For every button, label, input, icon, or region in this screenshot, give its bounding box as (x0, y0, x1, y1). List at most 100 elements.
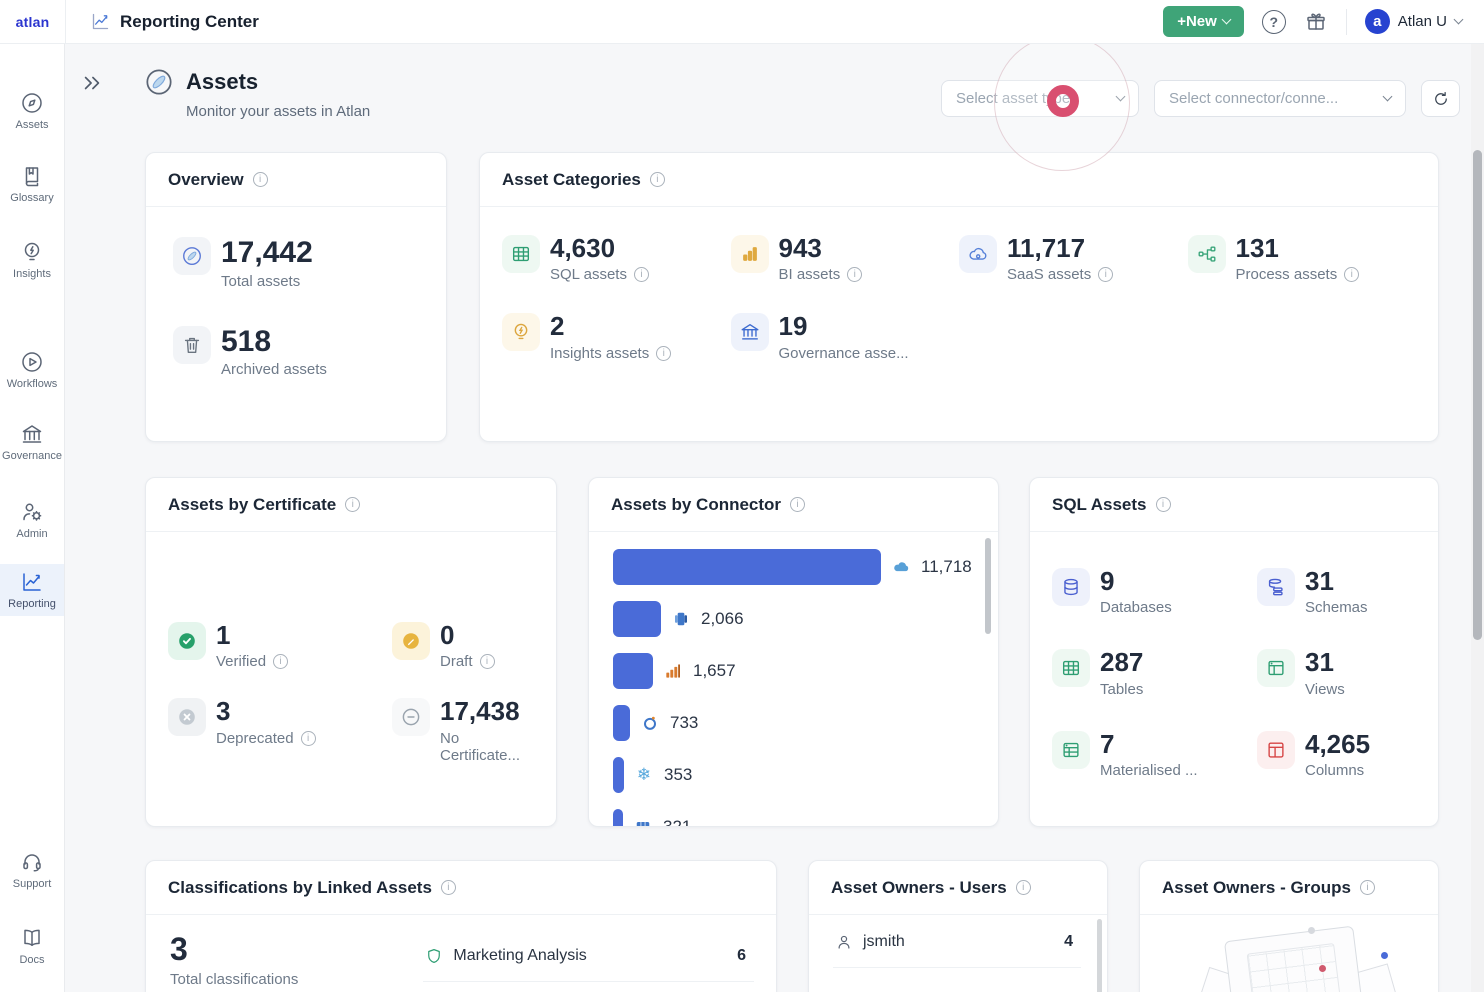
classification-row[interactable]: Marketing Analysis 6 (423, 933, 754, 982)
info-icon[interactable] (480, 654, 495, 669)
line-chart-icon (90, 11, 111, 32)
bar (613, 705, 630, 741)
sidebar-label: Governance (2, 450, 62, 462)
info-icon[interactable] (253, 172, 268, 187)
info-icon[interactable] (1156, 497, 1171, 512)
stat-label: Schemas (1305, 599, 1368, 616)
schema-icon (1257, 568, 1295, 606)
bulb-icon (502, 313, 540, 351)
atlan-logo[interactable]: atlan (0, 14, 65, 30)
info-icon[interactable] (634, 267, 649, 282)
sidebar-item-workflows[interactable]: Workflows (0, 344, 64, 396)
schemas-stat: 31 Schemas (1257, 568, 1416, 616)
info-icon[interactable] (650, 172, 665, 187)
bar (613, 549, 881, 585)
table-icon (1052, 649, 1090, 687)
sidebar-item-admin[interactable]: Admin (0, 494, 64, 546)
stat-label: Verified (216, 653, 266, 670)
process-assets-stat: 131 Process assets (1188, 235, 1417, 283)
sidebar-label: Workflows (7, 378, 58, 390)
classifications-card: Classifications by Linked Assets 3 Total… (145, 860, 777, 992)
stat-label: SaaS assets (1007, 266, 1091, 283)
stat-label: Archived assets (221, 361, 327, 378)
info-icon[interactable] (301, 731, 316, 746)
bank-icon (731, 313, 769, 351)
window-scrollbar[interactable] (1473, 150, 1482, 640)
help-icon[interactable] (1262, 10, 1286, 34)
refresh-button[interactable] (1421, 80, 1460, 117)
table-icon (502, 235, 540, 273)
chevron-down-icon (1116, 92, 1126, 102)
sidebar-label: Docs (19, 954, 44, 966)
sidebar-item-assets[interactable]: Assets (0, 85, 64, 137)
ring-icon (640, 713, 660, 733)
stat-value: 11,717 (1007, 235, 1113, 262)
gift-icon[interactable] (1304, 10, 1328, 34)
bar-row: 1,657 (613, 652, 984, 690)
assets-by-certificate-card: Assets by Certificate 1 Verified (145, 477, 557, 827)
governance-assets-stat: 19 Governance asse... (731, 313, 960, 361)
card-scrollbar[interactable] (1097, 919, 1102, 992)
stat-label: Process assets (1236, 266, 1338, 283)
bar-value: 1,657 (693, 661, 736, 681)
bar-row: 2,066 (613, 600, 984, 638)
overview-card: Overview 17,442 Total assets (145, 152, 447, 442)
collapse-sidebar-icon[interactable] (81, 72, 103, 94)
info-icon[interactable] (1098, 267, 1113, 282)
orange-bars-icon (663, 661, 683, 681)
materialised-view-icon (1052, 731, 1090, 769)
stat-label: Total classifications (170, 971, 298, 988)
compass-icon (173, 237, 211, 275)
card-title: SQL Assets (1052, 495, 1147, 515)
sidebar-label: Admin (16, 528, 47, 540)
info-icon[interactable] (656, 346, 671, 361)
user-menu[interactable]: a Atlan U (1365, 9, 1462, 34)
play-circle-icon (20, 350, 44, 374)
grid-icon (633, 817, 653, 827)
saas-assets-stat: 11,717 SaaS assets (959, 235, 1188, 283)
sidebar-item-reporting[interactable]: Reporting (0, 564, 64, 616)
bar (613, 809, 623, 827)
card-title: Assets by Certificate (168, 495, 336, 515)
connector-select[interactable]: Select connector/conne... (1154, 80, 1406, 117)
info-icon[interactable] (790, 497, 805, 512)
info-icon[interactable] (441, 880, 456, 895)
person-icon (835, 933, 853, 951)
asset-type-select[interactable]: Select asset type (941, 80, 1139, 117)
sidebar-item-glossary[interactable]: Glossary (0, 158, 64, 210)
compass-icon (145, 68, 173, 96)
sidebar-item-docs[interactable]: Docs (0, 920, 64, 972)
bar-row: 733 (613, 704, 984, 742)
divider (1346, 9, 1347, 35)
info-icon[interactable] (847, 267, 862, 282)
bar-chart-icon (731, 235, 769, 273)
sidebar-item-governance[interactable]: Governance (0, 416, 64, 468)
asset-type-placeholder: Select asset type (956, 90, 1070, 107)
stat-value: 131 (1236, 235, 1360, 262)
stat-label: Draft (440, 653, 473, 670)
book-icon (20, 164, 44, 188)
draft-stat: 0 Draft (372, 622, 534, 670)
headset-icon (20, 850, 44, 874)
column-split-icon (1257, 731, 1295, 769)
sidebar-nav: Assets Glossary Insights Workflows Gover… (0, 44, 65, 992)
new-button[interactable]: +New (1163, 6, 1244, 37)
bar-value: 733 (670, 713, 698, 733)
bar-row: 353 (613, 756, 984, 794)
info-icon[interactable] (1016, 880, 1031, 895)
sidebar-item-insights[interactable]: Insights (0, 234, 64, 286)
chevron-down-icon (1383, 92, 1393, 102)
owner-user-row[interactable]: jsmith 4 (833, 919, 1081, 968)
stat-value: 518 (221, 326, 327, 358)
sidebar-item-support[interactable]: Support (0, 844, 64, 896)
card-scrollbar[interactable] (985, 538, 991, 634)
stat-value: 2 (550, 313, 671, 340)
info-icon[interactable] (345, 497, 360, 512)
verified-seal-check-icon (168, 622, 206, 660)
info-icon[interactable] (273, 654, 288, 669)
stat-value: 3 (170, 933, 298, 967)
info-icon[interactable] (1360, 880, 1375, 895)
info-icon[interactable] (1344, 267, 1359, 282)
stat-label: Tables (1100, 681, 1143, 698)
bi-assets-stat: 943 BI assets (731, 235, 960, 283)
